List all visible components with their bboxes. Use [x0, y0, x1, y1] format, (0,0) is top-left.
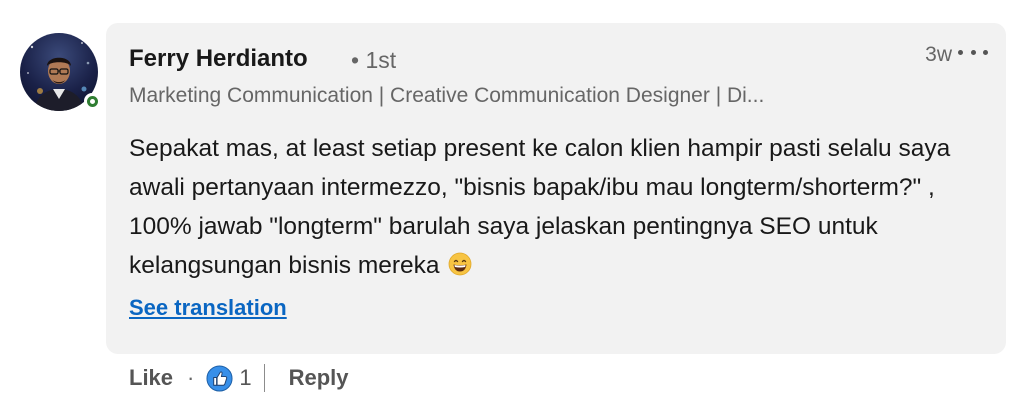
see-translation-link[interactable]: See translation — [129, 295, 287, 321]
comment-bubble: Ferry Herdianto • 1st Marketing Communic… — [106, 23, 1006, 354]
online-status-indicator — [84, 93, 100, 109]
actions-divider — [263, 364, 265, 392]
author-headline: Marketing Communication | Creative Commu… — [129, 84, 765, 107]
more-dot — [983, 49, 988, 55]
reply-button[interactable]: Reply — [289, 365, 349, 391]
actions-separator-dot: · — [187, 365, 195, 390]
thumbs-up-reaction-icon[interactable] — [206, 364, 233, 392]
more-dot — [958, 49, 963, 55]
reaction-count[interactable]: 1 — [239, 365, 251, 391]
author-name[interactable]: Ferry Herdianto — [129, 45, 308, 73]
like-button[interactable]: Like — [129, 365, 173, 391]
connection-degree: • 1st — [351, 47, 397, 73]
author-avatar-wrapper[interactable] — [20, 33, 100, 111]
online-status-dot-icon — [86, 95, 98, 107]
grinning-face-emoji — [448, 252, 472, 276]
comment-text: Sepakat mas, at least setiap present ke … — [129, 135, 951, 279]
comment-actions-bar: Like · 1 Reply — [129, 362, 349, 394]
comment-item: Ferry Herdianto • 1st Marketing Communic… — [0, 0, 1024, 406]
comment-timestamp: 3w — [925, 43, 952, 66]
more-options-icon[interactable] — [958, 39, 988, 65]
comment-text-container: Sepakat mas, at least setiap present ke … — [129, 129, 969, 285]
more-dot — [970, 49, 976, 55]
